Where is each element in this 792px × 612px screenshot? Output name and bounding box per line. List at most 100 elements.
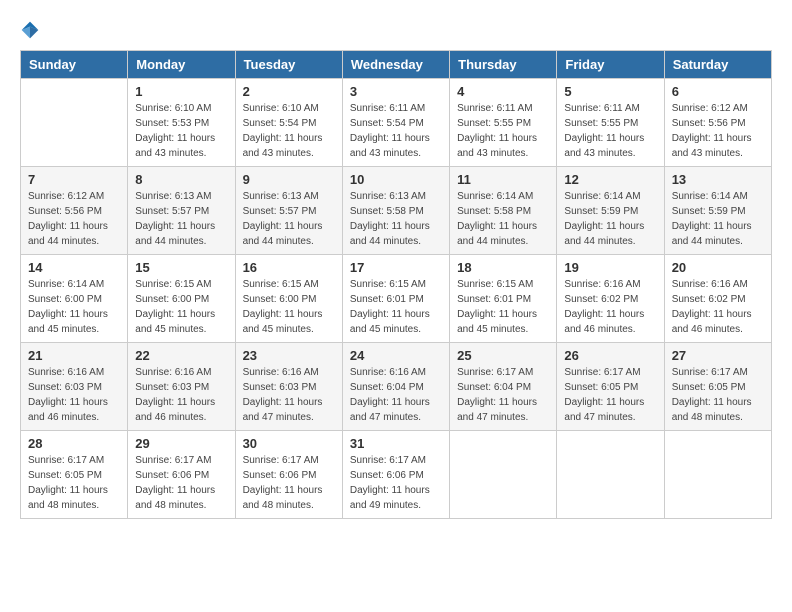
calendar-cell: 6 Sunrise: 6:12 AM Sunset: 5:56 PM Daylig… bbox=[664, 79, 771, 167]
day-info: Sunrise: 6:17 AM Sunset: 6:04 PM Dayligh… bbox=[457, 365, 549, 425]
calendar-cell: 5 Sunrise: 6:11 AM Sunset: 5:55 PM Daylig… bbox=[557, 79, 664, 167]
day-number: 12 bbox=[564, 172, 656, 187]
day-info: Sunrise: 6:10 AM Sunset: 5:54 PM Dayligh… bbox=[243, 101, 335, 161]
day-number: 31 bbox=[350, 436, 442, 451]
day-info: Sunrise: 6:16 AM Sunset: 6:02 PM Dayligh… bbox=[672, 277, 764, 337]
logo-icon bbox=[20, 20, 40, 40]
calendar-cell bbox=[21, 79, 128, 167]
day-number: 3 bbox=[350, 84, 442, 99]
day-info: Sunrise: 6:15 AM Sunset: 6:01 PM Dayligh… bbox=[350, 277, 442, 337]
day-number: 20 bbox=[672, 260, 764, 275]
day-number: 22 bbox=[135, 348, 227, 363]
day-info: Sunrise: 6:15 AM Sunset: 6:00 PM Dayligh… bbox=[135, 277, 227, 337]
day-info: Sunrise: 6:11 AM Sunset: 5:55 PM Dayligh… bbox=[457, 101, 549, 161]
day-number: 8 bbox=[135, 172, 227, 187]
day-info: Sunrise: 6:17 AM Sunset: 6:06 PM Dayligh… bbox=[350, 453, 442, 513]
calendar-cell: 19 Sunrise: 6:16 AM Sunset: 6:02 PM Dayli… bbox=[557, 255, 664, 343]
calendar-cell: 27 Sunrise: 6:17 AM Sunset: 6:05 PM Dayli… bbox=[664, 343, 771, 431]
day-info: Sunrise: 6:13 AM Sunset: 5:57 PM Dayligh… bbox=[243, 189, 335, 249]
day-number: 30 bbox=[243, 436, 335, 451]
calendar-day-header: Tuesday bbox=[235, 51, 342, 79]
day-info: Sunrise: 6:13 AM Sunset: 5:57 PM Dayligh… bbox=[135, 189, 227, 249]
day-info: Sunrise: 6:16 AM Sunset: 6:02 PM Dayligh… bbox=[564, 277, 656, 337]
calendar-cell: 4 Sunrise: 6:11 AM Sunset: 5:55 PM Daylig… bbox=[450, 79, 557, 167]
day-number: 7 bbox=[28, 172, 120, 187]
day-number: 21 bbox=[28, 348, 120, 363]
calendar-week-row: 21 Sunrise: 6:16 AM Sunset: 6:03 PM Dayli… bbox=[21, 343, 772, 431]
day-info: Sunrise: 6:15 AM Sunset: 6:01 PM Dayligh… bbox=[457, 277, 549, 337]
day-info: Sunrise: 6:17 AM Sunset: 6:05 PM Dayligh… bbox=[564, 365, 656, 425]
day-number: 17 bbox=[350, 260, 442, 275]
day-info: Sunrise: 6:11 AM Sunset: 5:55 PM Dayligh… bbox=[564, 101, 656, 161]
calendar-cell: 18Sunrise: 6:15 AM Sunset: 6:01 PM Dayli… bbox=[450, 255, 557, 343]
day-info: Sunrise: 6:17 AM Sunset: 6:06 PM Dayligh… bbox=[135, 453, 227, 513]
calendar-cell: 24 Sunrise: 6:16 AM Sunset: 6:04 PM Dayli… bbox=[342, 343, 449, 431]
day-number: 19 bbox=[564, 260, 656, 275]
day-number: 10 bbox=[350, 172, 442, 187]
page-header bbox=[20, 20, 772, 40]
calendar-cell: 2 Sunrise: 6:10 AM Sunset: 5:54 PM Daylig… bbox=[235, 79, 342, 167]
calendar-cell: 16Sunrise: 6:15 AM Sunset: 6:00 PM Dayli… bbox=[235, 255, 342, 343]
calendar-week-row: 14 Sunrise: 6:14 AM Sunset: 6:00 PM Dayli… bbox=[21, 255, 772, 343]
day-info: Sunrise: 6:14 AM Sunset: 5:59 PM Dayligh… bbox=[672, 189, 764, 249]
calendar-cell: 8 Sunrise: 6:13 AM Sunset: 5:57 PM Daylig… bbox=[128, 167, 235, 255]
day-number: 25 bbox=[457, 348, 549, 363]
calendar-week-row: 7 Sunrise: 6:12 AM Sunset: 5:56 PM Daylig… bbox=[21, 167, 772, 255]
calendar-cell bbox=[450, 431, 557, 519]
day-info: Sunrise: 6:16 AM Sunset: 6:04 PM Dayligh… bbox=[350, 365, 442, 425]
calendar-day-header: Monday bbox=[128, 51, 235, 79]
day-info: Sunrise: 6:12 AM Sunset: 5:56 PM Dayligh… bbox=[672, 101, 764, 161]
day-info: Sunrise: 6:15 AM Sunset: 6:00 PM Dayligh… bbox=[243, 277, 335, 337]
day-info: Sunrise: 6:14 AM Sunset: 5:58 PM Dayligh… bbox=[457, 189, 549, 249]
day-number: 23 bbox=[243, 348, 335, 363]
day-number: 26 bbox=[564, 348, 656, 363]
calendar-day-header: Wednesday bbox=[342, 51, 449, 79]
calendar-cell bbox=[557, 431, 664, 519]
calendar-cell: 10 Sunrise: 6:13 AM Sunset: 5:58 PM Dayli… bbox=[342, 167, 449, 255]
day-number: 9 bbox=[243, 172, 335, 187]
day-info: Sunrise: 6:14 AM Sunset: 6:00 PM Dayligh… bbox=[28, 277, 120, 337]
day-info: Sunrise: 6:12 AM Sunset: 5:56 PM Dayligh… bbox=[28, 189, 120, 249]
day-info: Sunrise: 6:17 AM Sunset: 6:06 PM Dayligh… bbox=[243, 453, 335, 513]
day-info: Sunrise: 6:14 AM Sunset: 5:59 PM Dayligh… bbox=[564, 189, 656, 249]
calendar-week-row: 1Sunrise: 6:10 AM Sunset: 5:53 PM Daylig… bbox=[21, 79, 772, 167]
day-info: Sunrise: 6:16 AM Sunset: 6:03 PM Dayligh… bbox=[135, 365, 227, 425]
day-number: 11 bbox=[457, 172, 549, 187]
day-number: 15 bbox=[135, 260, 227, 275]
calendar-cell: 7 Sunrise: 6:12 AM Sunset: 5:56 PM Daylig… bbox=[21, 167, 128, 255]
calendar-cell: 22 Sunrise: 6:16 AM Sunset: 6:03 PM Dayli… bbox=[128, 343, 235, 431]
day-number: 14 bbox=[28, 260, 120, 275]
calendar-cell: 26 Sunrise: 6:17 AM Sunset: 6:05 PM Dayli… bbox=[557, 343, 664, 431]
calendar-table: SundayMondayTuesdayWednesdayThursdayFrid… bbox=[20, 50, 772, 519]
calendar-week-row: 28 Sunrise: 6:17 AM Sunset: 6:05 PM Dayli… bbox=[21, 431, 772, 519]
calendar-cell: 17 Sunrise: 6:15 AM Sunset: 6:01 PM Dayli… bbox=[342, 255, 449, 343]
day-number: 6 bbox=[672, 84, 764, 99]
calendar-cell: 29 Sunrise: 6:17 AM Sunset: 6:06 PM Dayli… bbox=[128, 431, 235, 519]
calendar-day-header: Thursday bbox=[450, 51, 557, 79]
calendar-day-header: Sunday bbox=[21, 51, 128, 79]
day-info: Sunrise: 6:16 AM Sunset: 6:03 PM Dayligh… bbox=[243, 365, 335, 425]
day-number: 4 bbox=[457, 84, 549, 99]
day-info: Sunrise: 6:13 AM Sunset: 5:58 PM Dayligh… bbox=[350, 189, 442, 249]
day-number: 5 bbox=[564, 84, 656, 99]
calendar-cell: 13Sunrise: 6:14 AM Sunset: 5:59 PM Dayli… bbox=[664, 167, 771, 255]
calendar-cell: 9 Sunrise: 6:13 AM Sunset: 5:57 PM Daylig… bbox=[235, 167, 342, 255]
day-number: 29 bbox=[135, 436, 227, 451]
day-info: Sunrise: 6:11 AM Sunset: 5:54 PM Dayligh… bbox=[350, 101, 442, 161]
calendar-day-header: Friday bbox=[557, 51, 664, 79]
calendar-cell: 3 Sunrise: 6:11 AM Sunset: 5:54 PM Daylig… bbox=[342, 79, 449, 167]
calendar-day-header: Saturday bbox=[664, 51, 771, 79]
day-info: Sunrise: 6:17 AM Sunset: 6:05 PM Dayligh… bbox=[28, 453, 120, 513]
day-number: 2 bbox=[243, 84, 335, 99]
calendar-cell: 21 Sunrise: 6:16 AM Sunset: 6:03 PM Dayli… bbox=[21, 343, 128, 431]
calendar-cell: 20 Sunrise: 6:16 AM Sunset: 6:02 PM Dayli… bbox=[664, 255, 771, 343]
calendar-cell: 31 Sunrise: 6:17 AM Sunset: 6:06 PM Dayli… bbox=[342, 431, 449, 519]
calendar-cell: 12 Sunrise: 6:14 AM Sunset: 5:59 PM Dayli… bbox=[557, 167, 664, 255]
day-number: 27 bbox=[672, 348, 764, 363]
day-info: Sunrise: 6:16 AM Sunset: 6:03 PM Dayligh… bbox=[28, 365, 120, 425]
day-number: 24 bbox=[350, 348, 442, 363]
day-number: 28 bbox=[28, 436, 120, 451]
day-info: Sunrise: 6:17 AM Sunset: 6:05 PM Dayligh… bbox=[672, 365, 764, 425]
day-number: 1 bbox=[135, 84, 227, 99]
calendar-cell: 25 Sunrise: 6:17 AM Sunset: 6:04 PM Dayli… bbox=[450, 343, 557, 431]
